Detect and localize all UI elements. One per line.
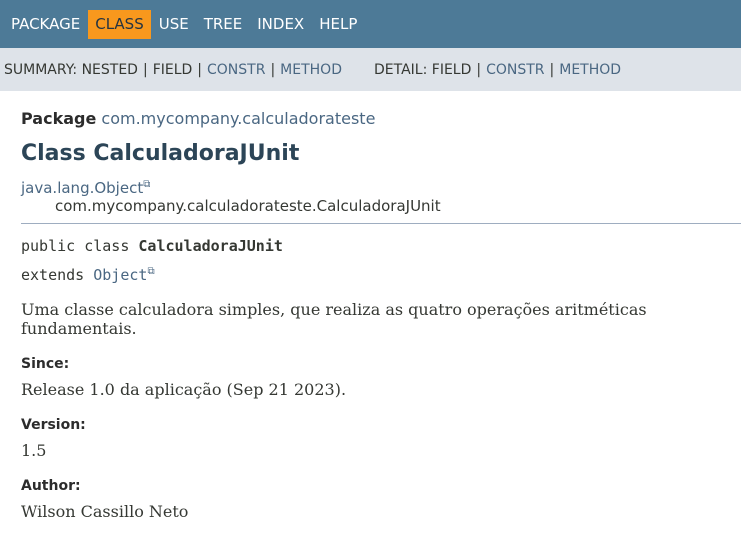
sub-navigation-bar: SUMMARY: NESTED | FIELD | CONSTR | METHO… [0,48,741,91]
signature-extends-line: extends Object⧉ [21,259,741,288]
separator: | [270,61,276,78]
nav-index-link[interactable]: INDEX [250,10,311,39]
summary-label: SUMMARY: [4,61,78,78]
nav-class-current: CLASS [88,9,151,39]
version-label: Version: [21,417,86,433]
detail-constr-link[interactable]: CONSTR [486,62,544,78]
detail-field: FIELD [431,61,472,78]
inheritance-child: com.mycompany.calculadorateste.Calculado… [55,197,441,215]
signature-modifiers: public class [21,237,139,255]
page-title: Class CalculadoraJUnit [21,141,300,166]
nav-help-link[interactable]: HELP [312,10,364,39]
top-navigation-bar: PACKAGE CLASS USE TREE INDEX HELP [0,0,741,48]
separator: | [142,61,148,78]
summary-method-link[interactable]: METHOD [280,62,342,78]
package-line: Package com.mycompany.calculadorateste [21,109,741,128]
external-link-icon: ⧉ [147,266,155,277]
summary-constr-link[interactable]: CONSTR [207,62,265,78]
author-label: Author: [21,478,81,494]
signature-extends-keyword: extends [21,266,94,284]
detail-method-link[interactable]: METHOD [559,62,621,78]
separator: | [549,61,555,78]
package-link[interactable]: com.mycompany.calculadorateste [101,109,375,128]
author-value: Wilson Cassillo Neto [21,502,189,521]
nav-tree-link[interactable]: TREE [197,10,250,39]
separator: | [197,61,203,78]
external-link-icon: ⧉ [143,179,151,190]
detail-label: DETAIL: [373,61,428,78]
version-value: 1.5 [21,441,47,460]
since-value: Release 1.0 da aplicação (Sep 21 2023). [21,380,347,399]
summary-field: FIELD [152,61,193,78]
nav-use-link[interactable]: USE [152,10,196,39]
inheritance-parent: java.lang.Object⧉ [21,179,741,197]
nav-package-link[interactable]: PACKAGE [4,10,87,39]
inheritance-tree: java.lang.Object⧉ com.mycompany.calculad… [21,179,741,215]
class-signature: public class CalculadoraJUnit extends Ob… [21,234,741,288]
package-label: Package [21,109,97,128]
class-description: Uma classe calculadora simples, que real… [21,300,647,338]
summary-nested: NESTED [81,61,138,78]
summary-nav: SUMMARY: NESTED | FIELD | CONSTR | METHO… [4,62,342,78]
signature-line: public class CalculadoraJUnit [21,234,741,259]
detail-nav: DETAIL: FIELD | CONSTR | METHOD [374,62,621,78]
since-label: Since: [21,356,70,372]
divider [21,223,741,224]
class-documentation: Package com.mycompany.calculadorateste C… [0,109,741,521]
separator: | [476,61,482,78]
parent-class-link[interactable]: java.lang.Object [21,179,143,197]
signature-class-name: CalculadoraJUnit [138,237,283,255]
signature-extends-link[interactable]: Object [93,266,147,284]
